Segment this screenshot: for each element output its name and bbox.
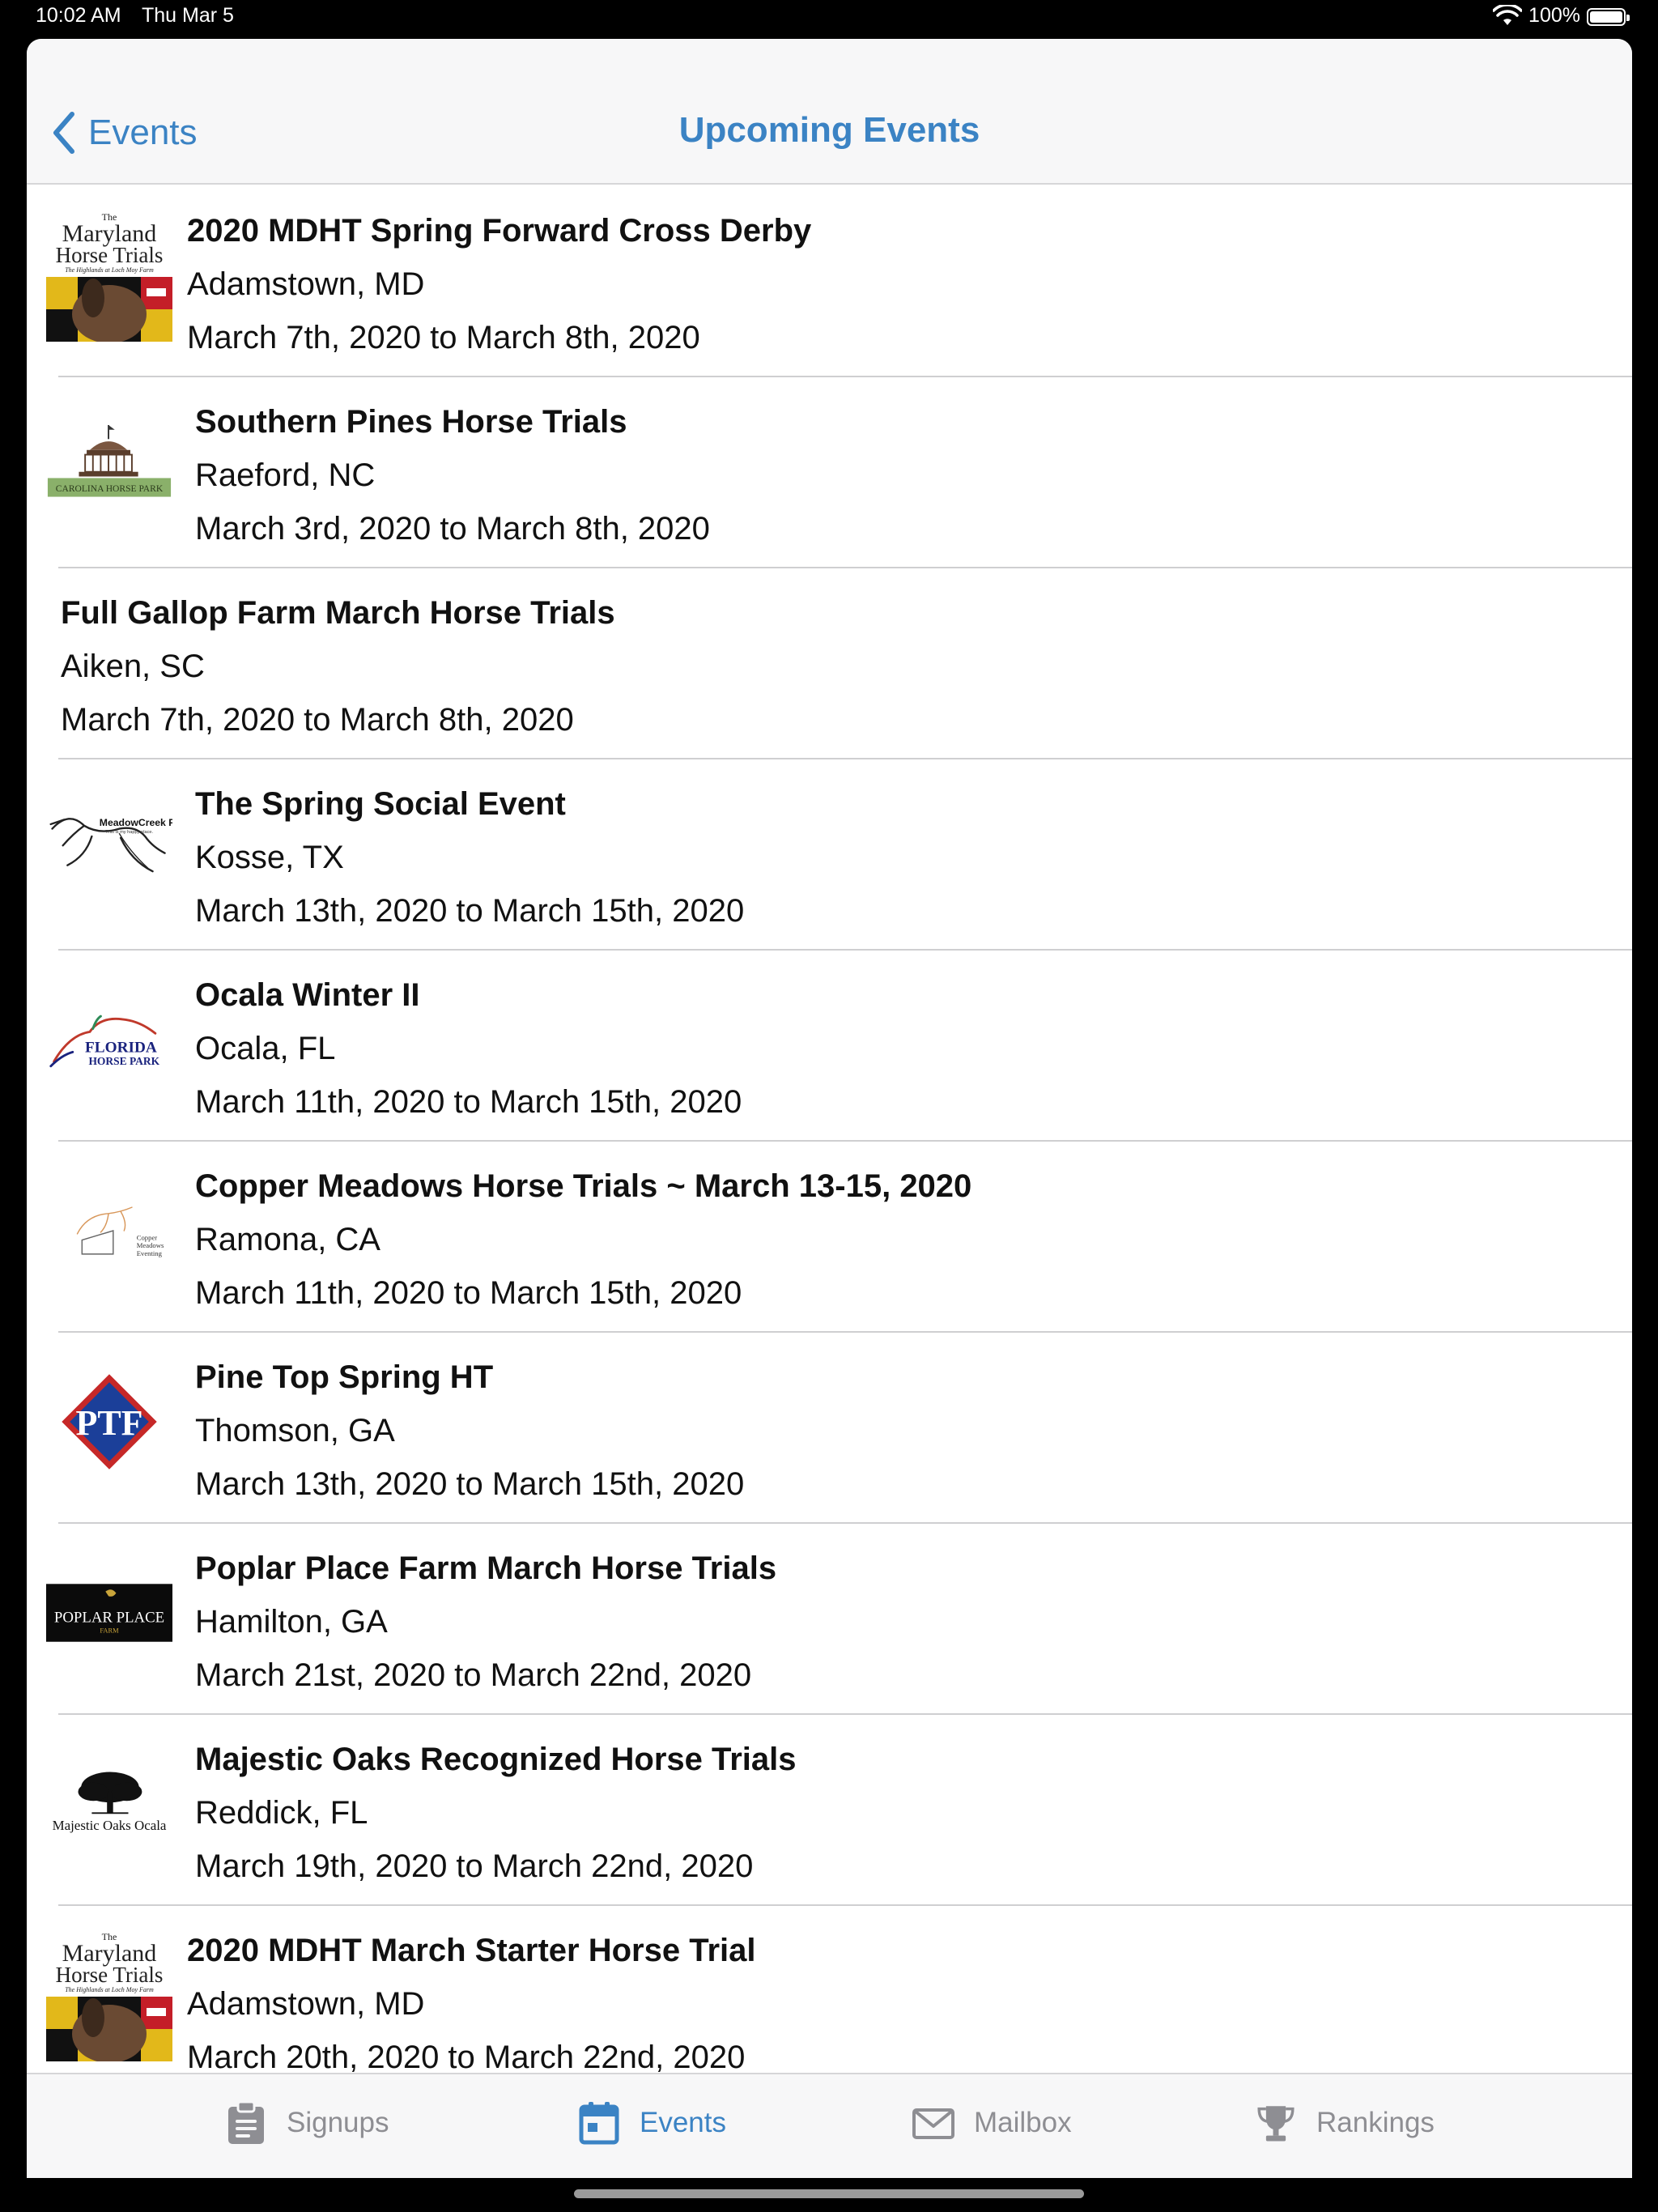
event-dates: March 21st, 2020 to March 22nd, 2020 (195, 1657, 752, 1693)
event-location: Ocala, FL (195, 1031, 336, 1066)
event-row[interactable]: CAROLINA HORSE PARK Southern Pines Horse… (27, 377, 1632, 568)
poplar-place-logo: POPLAR PLACE FARM (46, 1546, 172, 1679)
event-location: Kosse, TX (195, 840, 344, 875)
maryland-horse-trials-logo: The Maryland Horse Trials The Highlands … (46, 209, 172, 342)
meadowcreek-park-logo: MeadowCreek Park This is my happy place. (46, 782, 172, 915)
page-title: Upcoming Events (678, 110, 980, 150)
tab-label: Rankings (1316, 2107, 1435, 2138)
tab-signups[interactable]: Signups (225, 2099, 389, 2147)
event-location: Adamstown, MD (187, 1986, 425, 2022)
tab-label: Events (640, 2107, 726, 2138)
logo-text: CAROLINA HORSE PARK (56, 484, 164, 494)
tab-events[interactable]: Events (578, 2099, 726, 2147)
event-dates: March 11th, 2020 to March 15th, 2020 (195, 1084, 742, 1120)
event-row[interactable]: The Maryland Horse Trials The Highlands … (27, 1906, 1632, 2097)
event-location: Raeford, NC (195, 457, 376, 493)
tab-mailbox[interactable]: Mailbox (912, 2099, 1072, 2147)
tab-bar: Signups Events Mailbox Rankings (27, 2073, 1632, 2178)
status-bar: 10:02 AM Thu Mar 5 100% (0, 0, 1658, 36)
event-row[interactable]: Majestic Oaks Ocala Majestic Oaks Recogn… (27, 1715, 1632, 1906)
event-dates: March 13th, 2020 to March 15th, 2020 (195, 1466, 745, 1502)
battery-icon (1587, 8, 1630, 26)
copper-meadows-logo: Copper Meadows Eventing (46, 1164, 172, 1297)
event-dates: March 11th, 2020 to March 15th, 2020 (195, 1275, 742, 1311)
event-dates: March 7th, 2020 to March 8th, 2020 (61, 702, 574, 738)
logo-text: The Highlands at Loch Moy Farm (65, 1986, 154, 1993)
event-row[interactable]: POPLAR PLACE FARM Poplar Place Farm Marc… (27, 1524, 1632, 1715)
logo-text: The Highlands at Loch Moy Farm (65, 266, 154, 274)
event-name: Copper Meadows Horse Trials ~ March 13-1… (195, 1168, 972, 1204)
florida-horse-park-logo: FLORIDA HORSE PARK (46, 973, 172, 1106)
event-name: Southern Pines Horse Trials (195, 404, 627, 440)
logo-text: Horse Trials (56, 243, 164, 267)
majestic-oaks-logo: Majestic Oaks Ocala (46, 1738, 172, 1870)
carolina-horse-park-logo: CAROLINA HORSE PARK (46, 400, 172, 533)
tab-rankings[interactable]: Rankings (1255, 2099, 1435, 2147)
event-location: Reddick, FL (195, 1795, 368, 1831)
event-name: Majestic Oaks Recognized Horse Trials (195, 1742, 797, 1777)
logo-text: PTF (75, 1403, 142, 1443)
event-location: Thomson, GA (195, 1413, 395, 1448)
logo-text: FLORIDA (85, 1039, 157, 1056)
logo-text: POPLAR PLACE (54, 1609, 164, 1626)
logo-text: Copper (137, 1234, 158, 1242)
event-list[interactable]: The Maryland Horse Trials The Highlands … (27, 186, 1632, 2113)
event-dates: March 3rd, 2020 to March 8th, 2020 (195, 511, 710, 547)
event-name: Full Gallop Farm March Horse Trials (61, 595, 615, 631)
tab-label: Mailbox (974, 2107, 1072, 2138)
logo-text: MeadowCreek Park (100, 817, 172, 828)
logo-text: This is my happy place. (105, 830, 153, 835)
app-sheet: Events Upcoming Events The Maryland Hors… (27, 39, 1632, 2178)
event-location: Hamilton, GA (195, 1604, 388, 1640)
event-dates: March 19th, 2020 to March 22nd, 2020 (195, 1848, 754, 1884)
battery-percentage: 100% (1528, 4, 1580, 27)
event-name: Pine Top Spring HT (195, 1359, 494, 1395)
event-row[interactable]: Copper Meadows Eventing Copper Meadows H… (27, 1142, 1632, 1333)
maryland-horse-trials-logo: The Maryland Horse Trials The Highlands … (46, 1929, 172, 2061)
event-location: Aiken, SC (61, 649, 205, 684)
event-dates: March 7th, 2020 to March 8th, 2020 (187, 320, 700, 355)
status-date: Thu Mar 5 (142, 4, 234, 27)
event-name: Ocala Winter II (195, 977, 420, 1013)
event-name: 2020 MDHT Spring Forward Cross Derby (187, 213, 812, 249)
logo-text: Eventing (137, 1249, 163, 1257)
status-time: 10:02 AM (36, 4, 121, 27)
event-location: Adamstown, MD (187, 266, 425, 302)
event-name: Poplar Place Farm March Horse Trials (195, 1551, 777, 1586)
pine-top-logo: PTF (46, 1355, 172, 1488)
event-row[interactable]: The Maryland Horse Trials The Highlands … (27, 186, 1632, 377)
logo-text: HORSE PARK (88, 1055, 159, 1067)
wifi-icon (1493, 5, 1522, 25)
logo-text: Majestic Oaks Ocala (53, 1818, 167, 1833)
event-row[interactable]: FLORIDA HORSE PARK Ocala Winter II Ocala… (27, 951, 1632, 1142)
tab-label: Signups (287, 2107, 389, 2138)
event-row[interactable]: Full Gallop Farm March Horse Trials Aike… (27, 568, 1632, 759)
clipboard-icon (228, 2100, 264, 2144)
logo-text: FARM (100, 1626, 119, 1634)
event-row[interactable]: MeadowCreek Park This is my happy place.… (27, 759, 1632, 951)
envelope-icon (912, 2108, 954, 2139)
event-dates: March 13th, 2020 to March 15th, 2020 (195, 893, 745, 929)
event-row[interactable]: PTF Pine Top Spring HT Thomson, GA March… (27, 1333, 1632, 1524)
home-indicator[interactable] (574, 2189, 1084, 2198)
logo-text: Horse Trials (56, 1963, 164, 1987)
event-name: The Spring Social Event (195, 786, 566, 822)
event-location: Ramona, CA (195, 1222, 380, 1257)
calendar-icon (579, 2102, 619, 2145)
logo-text: Meadows (137, 1241, 164, 1249)
trophy-icon (1257, 2106, 1295, 2142)
event-name: 2020 MDHT March Starter Horse Trial (187, 1933, 756, 1968)
navigation-bar: Events Upcoming Events (27, 39, 1632, 185)
